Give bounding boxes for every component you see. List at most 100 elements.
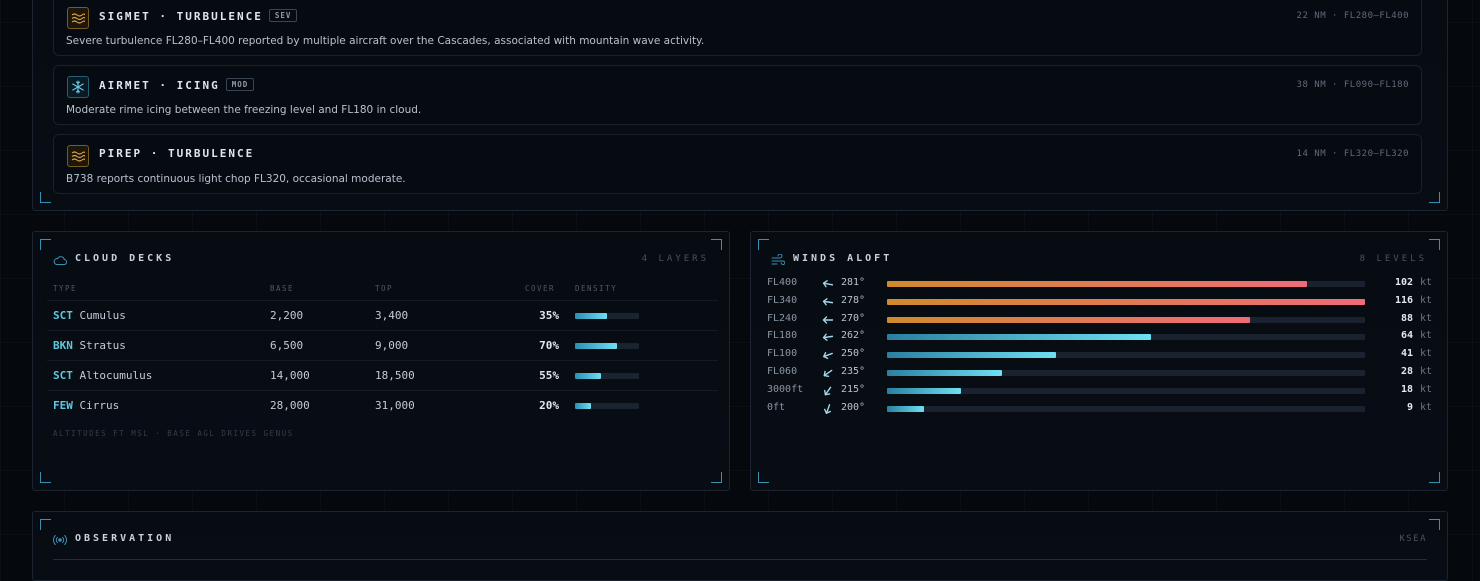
corner-bracket — [40, 519, 51, 530]
table-row[interactable]: BKN Stratus 6,500 9,000 70% — [47, 330, 718, 361]
wind-level-row[interactable]: FL100 250° 41 kt — [767, 346, 1432, 364]
advisory-title: AIRMET · ICING MOD — [99, 78, 255, 92]
top-cell: 3,400 — [375, 309, 409, 322]
column-header-cover[interactable]: COVER — [525, 284, 555, 293]
table-row[interactable]: FEW Cirrus 28,000 31,000 20% — [47, 390, 718, 421]
wind-speed-unit: kt — [1419, 312, 1432, 324]
wind-speed-bar-fill — [887, 370, 1003, 376]
wind-level-row[interactable]: FL240 270° 88 kt — [767, 311, 1432, 329]
base-cell: 14,000 — [270, 369, 310, 382]
column-header-base[interactable]: BASE — [270, 284, 294, 293]
corner-bracket — [1429, 472, 1440, 483]
cover-cell: 35% — [539, 309, 559, 322]
wind-speed-unit: kt — [1419, 294, 1432, 306]
wind-direction: 278° — [841, 294, 866, 306]
corner-bracket — [758, 239, 769, 250]
advisory-levels: FL280–FL400 — [1343, 11, 1409, 21]
wind-speed-bar-fill — [887, 352, 1056, 359]
wind-speed-bar — [887, 370, 1365, 376]
wind-direction-arrow-icon — [822, 297, 834, 306]
advisory-range: 38 NM — [1296, 80, 1327, 90]
level-count: 8 LEVELS — [1359, 254, 1427, 264]
density-bar-fill — [575, 403, 591, 409]
column-header-type[interactable]: TYPE — [53, 284, 77, 293]
table-row[interactable]: SCT Cumulus 2,200 3,400 35% — [47, 300, 718, 331]
wind-speed: 102 — [1394, 277, 1413, 288]
wind-level-label: FL100 — [767, 348, 798, 360]
corner-bracket — [40, 239, 51, 250]
wind-speed-unit: kt — [1419, 383, 1432, 395]
cloud-icon — [53, 256, 67, 265]
cloud-genus: Cirrus — [79, 399, 120, 412]
advisory-card-pirep[interactable]: PIREP · TURBULENCE 14 NM · FL320–FL320 B… — [53, 134, 1422, 194]
density-bar — [575, 343, 639, 349]
wind-speed-bar — [887, 387, 1365, 394]
wind-speed-bar-fill — [887, 334, 1151, 341]
advisory-hazard: ICING — [176, 79, 220, 92]
wind-direction-arrow-icon — [822, 315, 834, 324]
turbulence-icon — [67, 7, 89, 29]
advisory-card-sigmet[interactable]: SIGMET · TURBULENCE SEV 22 NM · FL280–FL4… — [53, 0, 1422, 56]
snowflake-icon — [67, 76, 89, 98]
wind-speed-unit: kt — [1419, 330, 1432, 342]
column-header-top[interactable]: TOP — [375, 284, 393, 293]
wind-speed-unit: kt — [1419, 401, 1432, 413]
density-bar-fill — [575, 373, 602, 379]
wind-speed: 18 — [1400, 383, 1413, 395]
wind-speed-bar-fill — [887, 387, 962, 394]
wind-direction-arrow-icon — [822, 280, 834, 288]
corner-bracket — [1429, 192, 1440, 203]
wind-direction: 270° — [841, 312, 866, 324]
wind-level-row[interactable]: FL400 281° 102 kt — [767, 275, 1432, 293]
station-id: KSEA — [1399, 534, 1427, 544]
corner-bracket — [40, 192, 51, 203]
panel-title: WINDS ALOFT — [793, 253, 893, 264]
wind-direction: 262° — [841, 330, 866, 342]
wind-level-label: FL240 — [767, 312, 798, 324]
cloud-decks-panel: CLOUD DECKS 4 LAYERS TYPE BASE TOP COVER… — [32, 231, 730, 491]
wind-level-row[interactable]: FL180 262° 64 kt — [767, 328, 1432, 346]
advisory-meta: 22 NM · FL280–FL400 — [1296, 11, 1409, 21]
advisory-description: B738 reports continuous light chop FL320… — [66, 173, 406, 185]
advisory-range: 22 NM — [1296, 11, 1327, 21]
wind-speed: 28 — [1400, 366, 1413, 377]
density-bar — [575, 373, 639, 379]
advisory-levels: FL320–FL320 — [1343, 149, 1409, 159]
table-row[interactable]: SCT Altocumulus 14,000 18,500 55% — [47, 360, 718, 391]
wind-level-label: FL060 — [767, 366, 798, 377]
top-cell: 31,000 — [375, 399, 415, 412]
wind-level-row[interactable]: 3000ft 215° 18 kt — [767, 382, 1432, 400]
advisory-card-airmet[interactable]: AIRMET · ICING MOD 38 NM · FL090–FL180 Mo… — [53, 65, 1422, 125]
corner-bracket — [40, 472, 51, 483]
advisory-range: 14 NM — [1296, 149, 1327, 159]
wind-level-row[interactable]: 0ft 200° 9 kt — [767, 400, 1432, 418]
wind-direction: 215° — [841, 383, 866, 395]
wind-speed-bar — [887, 281, 1365, 287]
advisory-description: Severe turbulence FL280–FL400 reported b… — [66, 35, 705, 47]
table-footnote: ALTITUDES FT MSL · BASE AGL DRIVES GENUS — [53, 429, 294, 438]
observation-panel: OBSERVATION KSEA — [32, 511, 1448, 581]
wind-level-row[interactable]: FL060 235° 28 kt — [767, 364, 1432, 382]
top-cell: 9,000 — [375, 339, 409, 352]
top-cell: 18,500 — [375, 369, 415, 382]
winds-aloft-panel: WINDS ALOFT 8 LEVELS FL400 281° 102 kt FL340… — [750, 231, 1448, 491]
corner-bracket — [1429, 519, 1440, 530]
wind-level-row[interactable]: FL340 278° 116 kt — [767, 293, 1432, 311]
corner-bracket — [711, 472, 722, 483]
wind-speed-bar — [887, 352, 1365, 359]
wind-speed-bar-fill — [887, 298, 1365, 305]
cloud-type-cell: BKN Stratus — [53, 339, 126, 352]
wind-level-label: FL180 — [767, 330, 798, 342]
column-header-density[interactable]: DENSITY — [575, 284, 617, 293]
wind-direction-arrow-icon — [823, 369, 833, 378]
wind-direction-arrow-icon — [823, 403, 832, 414]
advisory-levels: FL090–FL180 — [1343, 80, 1409, 90]
cloud-genus: Stratus — [79, 339, 126, 352]
base-cell: 2,200 — [270, 309, 304, 322]
wind-speed-unit: kt — [1419, 366, 1432, 377]
wind-level-label: FL340 — [767, 294, 798, 306]
wind-direction-arrow-icon — [823, 386, 832, 396]
wind-direction: 250° — [841, 348, 866, 360]
panel-title: OBSERVATION — [75, 533, 175, 544]
cloud-type-cell: SCT Altocumulus — [53, 369, 152, 382]
